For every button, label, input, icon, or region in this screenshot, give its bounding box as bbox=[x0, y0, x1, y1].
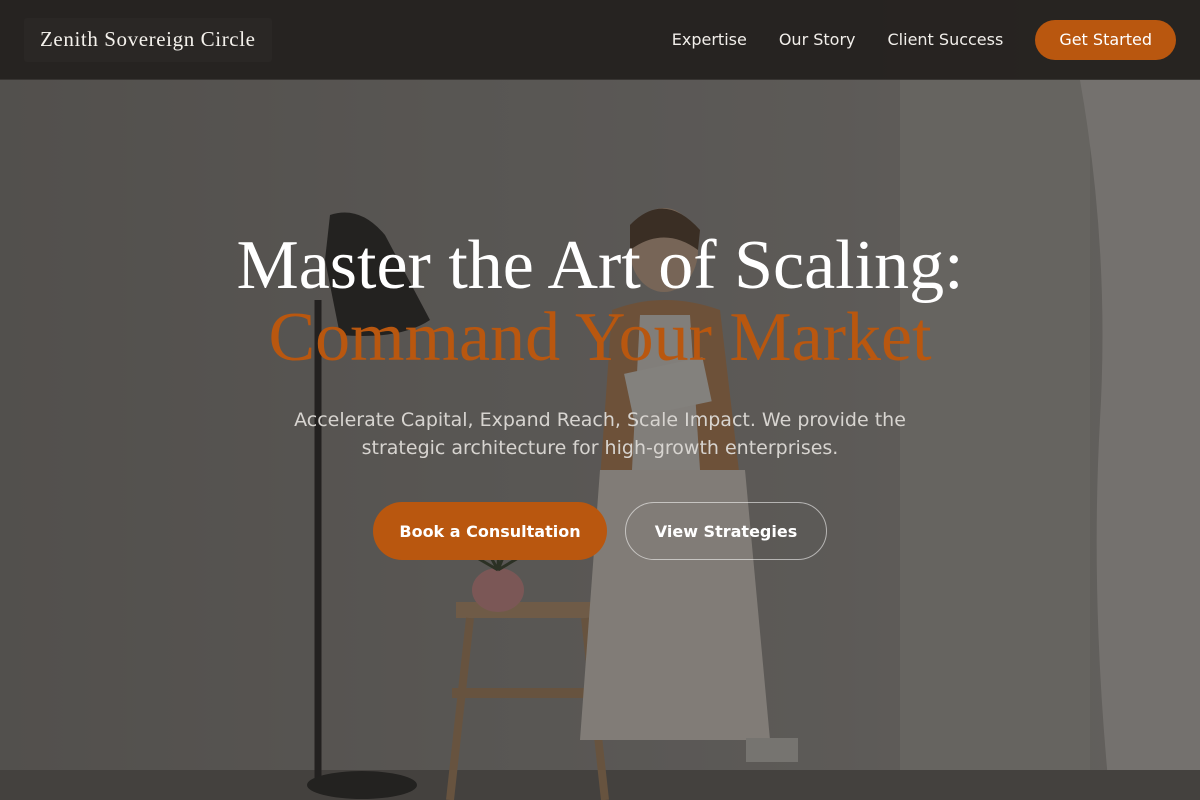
nav-link-expertise[interactable]: Expertise bbox=[672, 30, 747, 49]
hero-headline: Master the Art of Scaling: Command Your … bbox=[0, 230, 1200, 374]
brand-name: Zenith Sovereign Circle bbox=[40, 26, 256, 51]
top-navbar: Zenith Sovereign Circle Expertise Our St… bbox=[0, 0, 1200, 80]
view-strategies-button[interactable]: View Strategies bbox=[625, 502, 827, 560]
nav-links: Expertise Our Story Client Success Get S… bbox=[672, 19, 1176, 60]
hero-cta-row: Book a Consultation View Strategies bbox=[0, 502, 1200, 560]
headline-line-1: Master the Art of Scaling: bbox=[236, 227, 964, 304]
nav-link-client-success[interactable]: Client Success bbox=[888, 30, 1004, 49]
get-started-button[interactable]: Get Started bbox=[1035, 19, 1176, 60]
hero-section: Master the Art of Scaling: Command Your … bbox=[0, 230, 1200, 560]
nav-link-our-story[interactable]: Our Story bbox=[779, 30, 856, 49]
brand-logo[interactable]: Zenith Sovereign Circle bbox=[24, 17, 272, 62]
headline-line-2: Command Your Market bbox=[268, 299, 932, 376]
hero-subtitle: Accelerate Capital, Expand Reach, Scale … bbox=[294, 409, 906, 459]
book-consultation-button[interactable]: Book a Consultation bbox=[373, 502, 607, 560]
